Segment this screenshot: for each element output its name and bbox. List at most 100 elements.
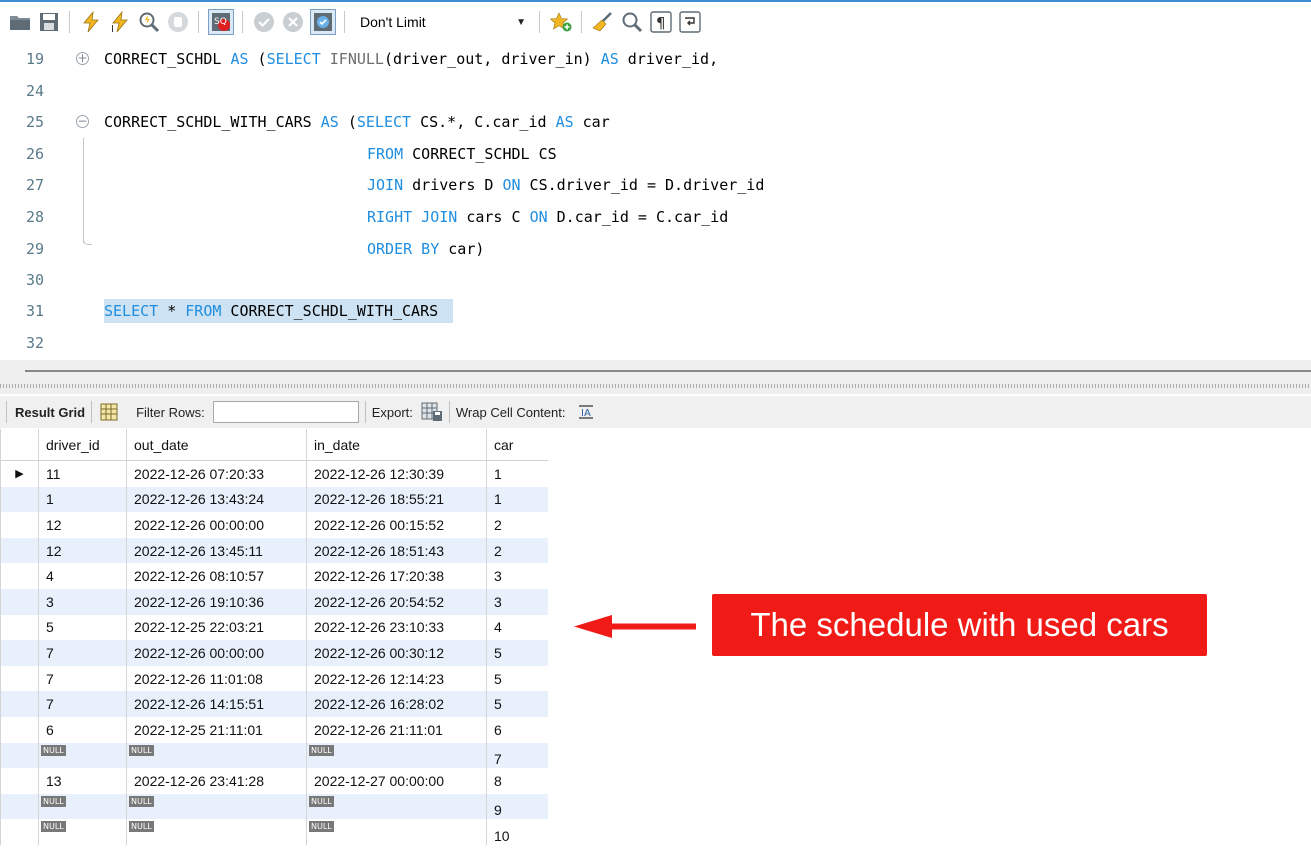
table-cell-car[interactable]: 6 (487, 717, 547, 743)
export-button[interactable] (421, 402, 443, 422)
table-cell-out-date[interactable]: 2022-12-25 22:03:21 (127, 614, 307, 641)
table-row[interactable]: 4 2022-12-26 08:10:57 2022-12-26 17:20:38 3 (1, 563, 548, 589)
code-line-19[interactable]: 19 + CORRECT_SCHDL AS (SELECT IFNULL(dri… (0, 48, 1311, 72)
code-line-26[interactable]: 26 FROM CORRECT_SCHDL CS (0, 143, 1311, 167)
explain-button[interactable] (137, 10, 161, 34)
table-cell-in-date[interactable]: 2022-12-27 00:00:00 (307, 768, 487, 794)
table-cell-out-date[interactable]: 2022-12-25 21:11:01 (127, 716, 307, 743)
grid-view-button[interactable] (100, 403, 118, 421)
table-row[interactable]: 7 2022-12-26 14:15:51 2022-12-26 16:28:02 5 (1, 691, 548, 717)
table-cell-out-date[interactable]: 2022-12-26 23:41:28 (127, 768, 307, 794)
table-cell-out-date[interactable]: NULL (127, 793, 307, 820)
row-indicator[interactable] (1, 537, 39, 564)
table-cell-driver-id[interactable]: NULL (39, 819, 127, 845)
filter-rows-input[interactable] (212, 401, 359, 423)
table-cell-in-date[interactable]: 2022-12-26 21:11:01 (307, 716, 487, 743)
table-cell-in-date[interactable]: 2022-12-26 23:10:33 (307, 614, 487, 641)
row-indicator[interactable] (1, 665, 39, 692)
table-cell-car[interactable]: 8 (487, 768, 547, 794)
table-cell-car[interactable]: 2 (487, 538, 547, 564)
row-indicator[interactable] (1, 512, 39, 538)
toggle-stop-on-error-button[interactable]: SQ (208, 9, 234, 35)
code-line-32[interactable]: 32 (0, 332, 1311, 356)
table-cell-driver-id[interactable]: 12 (39, 512, 127, 538)
row-indicator[interactable] (1, 614, 39, 641)
table-cell-in-date[interactable]: 2022-12-26 18:55:21 (307, 486, 487, 513)
row-indicator[interactable] (1, 486, 39, 513)
table-row[interactable]: 12 2022-12-26 00:00:00 2022-12-26 00:15:52… (1, 512, 548, 538)
table-cell-in-date[interactable]: NULL (307, 742, 487, 769)
table-cell-out-date[interactable]: 2022-12-26 13:43:24 (127, 486, 307, 513)
row-indicator[interactable] (1, 640, 39, 666)
table-cell-car[interactable]: 7 (487, 743, 547, 769)
table-row[interactable]: 13 2022-12-26 23:41:28 2022-12-27 00:00:00… (1, 768, 548, 794)
table-cell-out-date[interactable]: NULL (127, 742, 307, 769)
execute-all-button[interactable] (79, 10, 103, 34)
table-cell-in-date[interactable]: 2022-12-26 12:30:39 (307, 461, 487, 487)
table-cell-out-date[interactable]: 2022-12-26 19:10:36 (127, 588, 307, 615)
row-indicator[interactable] (1, 588, 39, 615)
row-indicator[interactable] (1, 716, 39, 743)
table-row[interactable]: NULL NULL NULL 7 (1, 742, 548, 769)
table-cell-out-date[interactable]: 2022-12-26 08:10:57 (127, 563, 307, 589)
table-cell-driver-id[interactable]: 7 (39, 640, 127, 666)
table-cell-car[interactable]: 1 (487, 461, 547, 487)
table-row[interactable]: 12 2022-12-26 13:45:11 2022-12-26 18:51:43… (1, 537, 548, 564)
fold-expand-icon[interactable]: + (76, 52, 89, 65)
rollback-button[interactable] (281, 10, 305, 34)
column-header-in-date[interactable]: in_date (307, 429, 487, 460)
table-cell-driver-id[interactable]: NULL (39, 742, 127, 769)
table-cell-out-date[interactable]: 2022-12-26 00:00:00 (127, 640, 307, 666)
table-row[interactable]: 7 2022-12-26 00:00:00 2022-12-26 00:30:12 5 (1, 640, 548, 666)
row-indicator[interactable] (1, 691, 39, 717)
table-cell-out-date[interactable]: 2022-12-26 14:15:51 (127, 691, 307, 717)
save-file-button[interactable] (37, 10, 61, 34)
row-indicator[interactable] (1, 768, 39, 794)
table-cell-driver-id[interactable]: NULL (39, 793, 127, 820)
row-indicator[interactable] (1, 563, 39, 589)
table-cell-car[interactable]: 5 (487, 640, 547, 666)
table-cell-car[interactable]: 5 (487, 691, 547, 717)
table-cell-car[interactable]: 4 (487, 615, 547, 641)
table-cell-in-date[interactable]: NULL (307, 793, 487, 820)
table-cell-in-date[interactable]: 2022-12-26 20:54:52 (307, 588, 487, 615)
horizontal-scrollbar[interactable] (25, 370, 1311, 372)
toggle-autocommit-button[interactable] (310, 9, 336, 35)
add-snippet-button[interactable] (549, 10, 573, 34)
code-line-31[interactable]: 31 SELECT * FROM CORRECT_SCHDL_WITH_CARS (0, 299, 1311, 324)
column-header-car[interactable]: car (487, 429, 547, 460)
open-file-button[interactable] (8, 10, 32, 34)
table-cell-in-date[interactable]: 2022-12-26 18:51:43 (307, 537, 487, 564)
table-cell-driver-id[interactable]: 5 (39, 614, 127, 641)
table-cell-car[interactable]: 10 (487, 819, 547, 845)
table-row[interactable]: NULL NULL NULL 10 (1, 819, 548, 845)
toggle-wrap-button[interactable] (678, 10, 702, 34)
table-cell-in-date[interactable]: 2022-12-26 12:14:23 (307, 665, 487, 692)
table-cell-in-date[interactable]: 2022-12-26 17:20:38 (307, 563, 487, 589)
commit-button[interactable] (252, 10, 276, 34)
table-row[interactable]: 7 2022-12-26 11:01:08 2022-12-26 12:14:23 5 (1, 665, 548, 692)
table-row[interactable]: 5 2022-12-25 22:03:21 2022-12-26 23:10:33 4 (1, 614, 548, 641)
table-cell-car[interactable]: 1 (487, 487, 547, 513)
stop-button[interactable] (166, 10, 190, 34)
fold-collapse-icon[interactable]: − (76, 115, 89, 128)
table-row[interactable]: ▶ 11 2022-12-26 07:20:33 2022-12-26 12:30:3… (1, 461, 548, 487)
table-cell-driver-id[interactable]: 7 (39, 691, 127, 717)
wrap-cell-button[interactable]: IA (577, 403, 595, 421)
table-cell-driver-id[interactable]: 13 (39, 768, 127, 794)
table-cell-out-date[interactable]: 2022-12-26 00:00:00 (127, 512, 307, 538)
execute-statement-button[interactable]: I (108, 10, 132, 34)
table-cell-out-date[interactable]: 2022-12-26 13:45:11 (127, 537, 307, 564)
table-cell-car[interactable]: 3 (487, 563, 547, 589)
find-button[interactable] (620, 10, 644, 34)
table-cell-driver-id[interactable]: 4 (39, 563, 127, 589)
table-cell-in-date[interactable]: 2022-12-26 00:30:12 (307, 640, 487, 666)
table-cell-driver-id[interactable]: 3 (39, 588, 127, 615)
column-header-out-date[interactable]: out_date (127, 429, 307, 460)
code-line-25[interactable]: 25 − CORRECT_SCHDL_WITH_CARS AS (SELECT … (0, 111, 1311, 135)
table-cell-driver-id[interactable]: 7 (39, 665, 127, 692)
code-line-30[interactable]: 30 (0, 269, 1311, 293)
code-line-27[interactable]: 27 JOIN drivers D ON CS.driver_id = D.dr… (0, 174, 1311, 198)
table-cell-driver-id[interactable]: 11 (39, 461, 127, 487)
table-row[interactable]: NULL NULL NULL 9 (1, 793, 548, 820)
